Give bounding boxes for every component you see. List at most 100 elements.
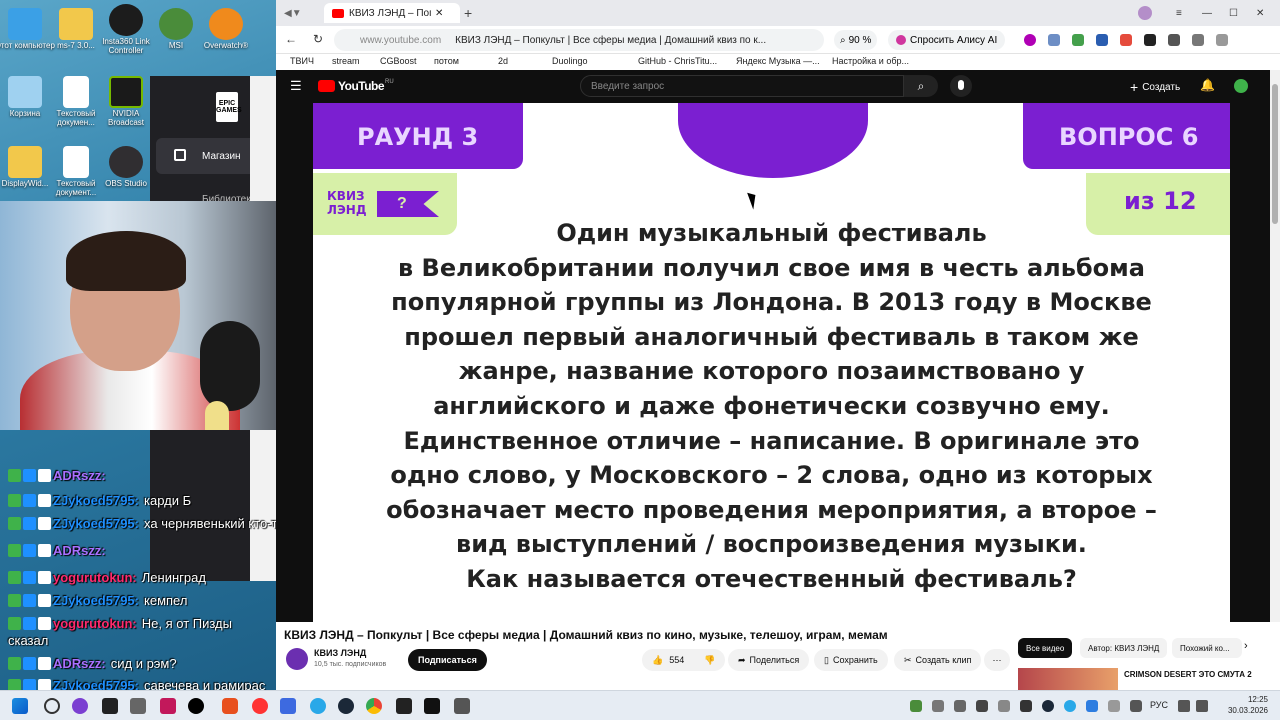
search-button[interactable]: ⌕: [904, 75, 938, 97]
bookmark-item[interactable]: потом: [434, 56, 459, 66]
app-icon[interactable]: [160, 698, 176, 714]
tray-icon[interactable]: [932, 700, 944, 712]
shield-icon[interactable]: [1120, 34, 1132, 46]
hamburger-menu-icon[interactable]: ☰: [290, 78, 302, 94]
video-player[interactable]: РАУНД 3 ВОПРОС 6 КВИЗ ЛЭНД ? из 12 Один …: [313, 103, 1230, 657]
desktop-icon-nvidia[interactable]: NVIDIA Broadcast: [96, 76, 156, 128]
app-icon[interactable]: [72, 698, 88, 714]
back-icon[interactable]: ←: [285, 32, 297, 46]
language-indicator[interactable]: РУС: [1150, 700, 1168, 710]
epic-games-icon[interactable]: [396, 698, 412, 714]
tab-mute-button[interactable]: ◀▼: [284, 3, 302, 23]
tray-icon[interactable]: [910, 700, 922, 712]
maximize-button[interactable]: ☐: [1229, 3, 1238, 23]
close-window-button[interactable]: ✕: [1256, 3, 1264, 23]
bookmark-item[interactable]: Duolingo: [552, 56, 588, 66]
search-icon[interactable]: [44, 698, 60, 714]
suggested-title[interactable]: CRIMSON DESERT ЭТО СМУТА 2: [1124, 669, 1254, 689]
chrome-icon[interactable]: [366, 698, 382, 714]
extension-icon[interactable]: [1024, 34, 1036, 46]
youtube-logo[interactable]: YouTube RU: [318, 79, 394, 93]
app-icon[interactable]: [102, 698, 118, 714]
app-icon[interactable]: [130, 698, 146, 714]
tray-icon[interactable]: [1020, 700, 1032, 712]
monitor-icon: [8, 8, 42, 40]
bookmark-item[interactable]: Яндекс Музыка —...: [736, 56, 820, 66]
chip-all-videos[interactable]: Все видео: [1018, 638, 1073, 658]
subscribe-button[interactable]: Подписаться: [408, 649, 487, 671]
save-button[interactable]: ▯ Сохранить: [814, 649, 888, 671]
chip-similar[interactable]: Похожий ко...: [1172, 638, 1242, 658]
dislike-button[interactable]: 👎: [694, 649, 726, 671]
terminal-icon[interactable]: [424, 698, 440, 714]
more-actions-button[interactable]: ⋯: [984, 649, 1010, 671]
channel-name[interactable]: КВИЗ ЛЭНД: [314, 648, 366, 658]
extension-icon[interactable]: [1144, 34, 1156, 46]
extension-icon[interactable]: [1048, 34, 1060, 46]
zoom-indicator[interactable]: ⌕ 90 %: [834, 30, 878, 50]
chevron-right-icon[interactable]: ›: [1244, 640, 1248, 652]
wifi-icon[interactable]: [1178, 700, 1190, 712]
create-button[interactable]: + Создать: [1130, 79, 1180, 95]
notifications-bell-icon[interactable]: 🔔: [1200, 78, 1215, 92]
clip-button[interactable]: ✂ Создать клип: [894, 649, 982, 671]
reload-icon[interactable]: ↻: [313, 32, 323, 46]
search-input[interactable]: Введите запрос: [580, 75, 904, 97]
suggested-thumbnail[interactable]: [1018, 668, 1118, 690]
extension-icon[interactable]: [1072, 34, 1084, 46]
tray-icon[interactable]: [1130, 700, 1142, 712]
tray-icon[interactable]: [998, 700, 1010, 712]
bookmark-item[interactable]: ТВИЧ: [290, 56, 314, 66]
extension-icon[interactable]: [1168, 34, 1180, 46]
chat-message: yogurutokun: Не, я от Пизды: [8, 616, 232, 631]
address-bar[interactable]: www.youtube.com КВИЗ ЛЭНД – Попкульт | В…: [334, 29, 824, 51]
steam-tray-icon[interactable]: [1042, 700, 1054, 712]
yandex-browser-icon[interactable]: [252, 698, 268, 714]
extension-icon[interactable]: [1096, 34, 1108, 46]
ask-alice-button[interactable]: Спросить Алису AI: [888, 30, 1006, 50]
clock[interactable]: 12:25 30.03.2026: [1228, 694, 1268, 716]
tray-icon[interactable]: [954, 700, 966, 712]
app-icon[interactable]: [280, 698, 296, 714]
share-button[interactable]: ➦ Поделиться: [728, 649, 810, 671]
menu-icon[interactable]: ≡: [1176, 3, 1182, 23]
taskbar: РУС 12:25 30.03.2026: [0, 690, 1280, 720]
tab-active[interactable]: КВИЗ ЛЭНД – Попкульт ✕: [324, 3, 460, 23]
volume-icon[interactable]: [1196, 700, 1208, 712]
tray-icon[interactable]: [976, 700, 988, 712]
desktop-icon-obs[interactable]: OBS Studio: [96, 146, 156, 189]
channel-avatar[interactable]: [286, 648, 308, 670]
extension-icon[interactable]: [1192, 34, 1204, 46]
bookmark-item[interactable]: CGBoost: [380, 56, 417, 66]
youtube-favicon-icon: [332, 8, 344, 18]
bookmark-item[interactable]: 2d: [498, 56, 508, 66]
chat-message: yogurutokun: Ленинград: [8, 570, 206, 585]
steam-icon[interactable]: [338, 698, 354, 714]
tray-icon[interactable]: [1108, 700, 1120, 712]
account-avatar[interactable]: [1234, 79, 1248, 93]
app-icon[interactable]: [188, 698, 204, 714]
app-icon[interactable]: [454, 698, 470, 714]
start-icon[interactable]: [12, 698, 28, 714]
like-button[interactable]: 👍 554: [642, 649, 695, 671]
download-icon[interactable]: [1216, 34, 1228, 46]
profile-avatar[interactable]: [1138, 6, 1152, 20]
bookmark-item[interactable]: GitHub - ChrisTitu...: [638, 56, 717, 66]
badge-icon: [8, 617, 21, 630]
desktop-icon-overwatch[interactable]: Overwatch®: [196, 8, 256, 51]
bookmark-item[interactable]: stream: [332, 56, 360, 66]
browser-icon[interactable]: [222, 698, 238, 714]
badge-icon: [38, 544, 51, 557]
bookmark-item[interactable]: Настройка и обр...: [832, 56, 909, 66]
close-icon[interactable]: ✕: [435, 8, 443, 19]
bluetooth-icon[interactable]: [1086, 700, 1098, 712]
chat-username: ADRszz:: [53, 656, 106, 671]
telegram-tray-icon[interactable]: [1064, 700, 1076, 712]
voice-search-button[interactable]: [950, 75, 972, 97]
scrollbar-thumb[interactable]: [1272, 84, 1278, 224]
new-tab-button[interactable]: +: [464, 3, 472, 23]
minimize-button[interactable]: —: [1202, 3, 1212, 23]
page-scrollbar[interactable]: [1270, 70, 1280, 622]
chip-author[interactable]: Автор: КВИЗ ЛЭНД: [1080, 638, 1168, 658]
telegram-icon[interactable]: [310, 698, 326, 714]
